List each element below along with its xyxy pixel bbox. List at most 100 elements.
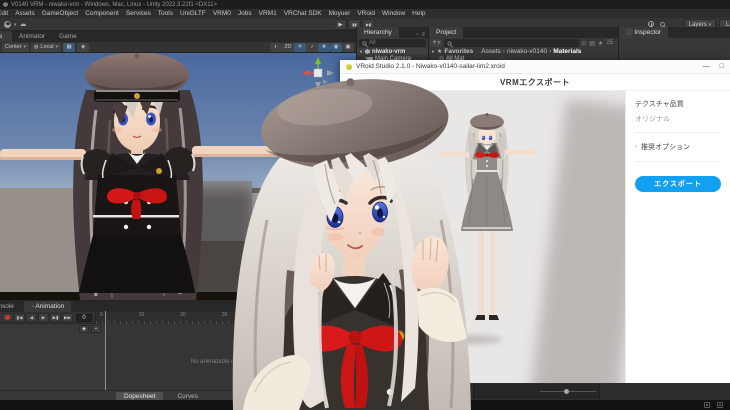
- shading-mode-dropdown[interactable]: ◐: [270, 43, 282, 52]
- console-message-icon[interactable]: [704, 402, 710, 408]
- favorites-star-icon[interactable]: ★: [598, 40, 603, 47]
- menu-item[interactable]: VRoid: [357, 10, 375, 17]
- scene-view-options: ◐ 2D ☀ ♪ ★ ◉ ▣: [270, 43, 354, 52]
- vrm-export-title: VRMエクスポート: [500, 77, 570, 88]
- account-dropdown-arrow[interactable]: ▾: [14, 22, 17, 28]
- menu-item[interactable]: VRM1: [259, 10, 277, 17]
- project-tab-bar: Project: [429, 27, 618, 38]
- tab-scene[interactable]: Scene: [0, 31, 12, 42]
- ruler-tick-label: 10: [139, 312, 145, 318]
- timeline-playhead[interactable]: [105, 311, 106, 390]
- lock-icon[interactable]: ▫: [416, 32, 418, 38]
- tab-console[interactable]: Console: [0, 301, 24, 312]
- ruler-tick-label: 20: [180, 312, 186, 318]
- recommended-options-toggle[interactable]: › 推奨オプション: [635, 133, 721, 162]
- record-button[interactable]: [2, 313, 13, 322]
- search-icon: [363, 41, 367, 45]
- lighting-toggle[interactable]: ☀: [294, 43, 306, 52]
- hidden-count-badge: 25: [606, 40, 613, 46]
- next-key-button[interactable]: ▶▮: [50, 313, 61, 322]
- snap-toggle[interactable]: ◈: [77, 43, 89, 52]
- foldout-arrow-icon[interactable]: ▼: [431, 49, 435, 54]
- menu-item[interactable]: Window: [382, 10, 405, 17]
- pivot-dropdown[interactable]: Center▾: [2, 43, 29, 52]
- tab-game[interactable]: Game: [52, 31, 84, 42]
- menu-item[interactable]: Component: [85, 10, 119, 17]
- account-icon[interactable]: [4, 21, 11, 28]
- curves-button[interactable]: Curves: [177, 393, 198, 400]
- tpose-legs: [475, 231, 499, 320]
- foldout-arrow-icon[interactable]: ▼: [359, 49, 363, 54]
- menu-item[interactable]: Tools: [158, 10, 173, 17]
- menu-item[interactable]: VRM0: [213, 10, 231, 17]
- hidden-objects-toggle[interactable]: ◉: [330, 43, 342, 52]
- cloud-services-icon[interactable]: ☁: [20, 21, 27, 28]
- animation-property-list[interactable]: [0, 334, 105, 390]
- hierarchy-scene-row[interactable]: ▼ niwako-vrm: [357, 48, 428, 55]
- favorites-label[interactable]: Favorites: [444, 48, 473, 55]
- menu-item[interactable]: UniGLTF: [180, 10, 206, 17]
- tab-animation[interactable]: ◔ Animation: [24, 301, 71, 312]
- create-asset-button[interactable]: +▾: [431, 39, 442, 47]
- menu-item[interactable]: Moyuer: [329, 10, 351, 17]
- effects-dropdown[interactable]: ★: [318, 43, 330, 52]
- texture-quality-select[interactable]: オリジナル: [635, 114, 721, 133]
- scene-tab-bar: Scene Animator Game: [0, 31, 356, 42]
- inspector-tab-bar: ⓘ Inspector: [619, 27, 730, 38]
- search-by-type-icon[interactable]: ⊙: [581, 40, 586, 47]
- export-button[interactable]: エクスポート: [635, 176, 721, 192]
- audio-toggle[interactable]: ♪: [306, 43, 318, 52]
- add-event-button[interactable]: +: [91, 325, 101, 333]
- menu-item[interactable]: VRChat SDK: [284, 10, 322, 17]
- scene-char-cap-emblem: [134, 93, 140, 99]
- icon-size-slider-knob[interactable]: [564, 389, 569, 394]
- unity-logo-icon: [3, 2, 8, 7]
- breadcrumb-segment[interactable]: Materials: [547, 48, 581, 55]
- recommended-options-label: 推奨オプション: [641, 142, 690, 152]
- unity-title-bar: V0140 VRM - niwako-vrm - Windows, Mac, L…: [0, 0, 730, 9]
- frame-number-field[interactable]: 0: [76, 314, 92, 322]
- scene-char-cap: [85, 53, 189, 102]
- tab-animator[interactable]: Animator: [12, 31, 52, 42]
- panel-menu-icon[interactable]: ≡: [421, 32, 425, 38]
- chevron-right-icon: ›: [635, 144, 637, 150]
- tab-hierarchy[interactable]: Hierarchy: [357, 27, 399, 38]
- hierarchy-search-field[interactable]: All: [359, 39, 426, 47]
- vroid-window-title: VRoid Studio 2.1.0 - Niwako-v0140-sailar…: [356, 63, 689, 70]
- menu-item[interactable]: Help: [412, 10, 425, 17]
- play-animation-button[interactable]: ▶: [38, 313, 49, 322]
- menu-item[interactable]: GameObject: [42, 10, 79, 17]
- scene-name-label: niwako-vrm: [372, 49, 405, 55]
- previous-key-button[interactable]: ◀: [26, 313, 37, 322]
- animation-tab-label: Animation: [35, 303, 64, 310]
- project-search-field[interactable]: [444, 39, 579, 47]
- grid-toggle[interactable]: ▦: [63, 43, 75, 52]
- go-to-start-button[interactable]: ▮◀: [14, 313, 25, 322]
- add-keyframe-button[interactable]: ◆: [79, 325, 89, 333]
- orientation-dropdown[interactable]: ◍ Local▾: [31, 43, 61, 52]
- menu-item[interactable]: Services: [126, 10, 151, 17]
- char-blush: [371, 228, 385, 236]
- maximize-button[interactable]: □: [720, 63, 724, 70]
- breadcrumb-segment[interactable]: Assets: [481, 48, 501, 55]
- menu-item[interactable]: Assets: [15, 10, 35, 17]
- search-icon[interactable]: [660, 22, 665, 27]
- menu-item[interactable]: Jobs: [238, 10, 252, 17]
- gizmos-dropdown[interactable]: ▣: [342, 43, 354, 52]
- 2d-toggle[interactable]: 2D: [282, 43, 294, 52]
- activity-indicator-icon[interactable]: [717, 402, 723, 408]
- menu-item[interactable]: Edit: [0, 10, 8, 17]
- play-button[interactable]: ▶: [334, 19, 347, 30]
- breadcrumb[interactable]: Assetsniwako-v0140Materials: [481, 48, 581, 55]
- search-by-label-icon[interactable]: ▤: [589, 40, 595, 47]
- tab-project[interactable]: Project: [429, 27, 463, 38]
- breadcrumb-segment[interactable]: niwako-v0140: [501, 48, 547, 55]
- star-icon: ★: [437, 48, 442, 55]
- inspector-label: Inspector: [634, 29, 661, 36]
- tab-inspector[interactable]: ⓘ Inspector: [619, 27, 668, 38]
- unity-window-title: V0140 VRM - niwako-vrm - Windows, Mac, L…: [11, 2, 217, 8]
- scene-char-body: [79, 147, 195, 293]
- minimize-button[interactable]: —: [703, 63, 710, 70]
- project-toolbar: +▾ ⊙ ▤ ★ 25: [429, 38, 618, 48]
- go-to-end-button[interactable]: ▶▶: [62, 313, 73, 322]
